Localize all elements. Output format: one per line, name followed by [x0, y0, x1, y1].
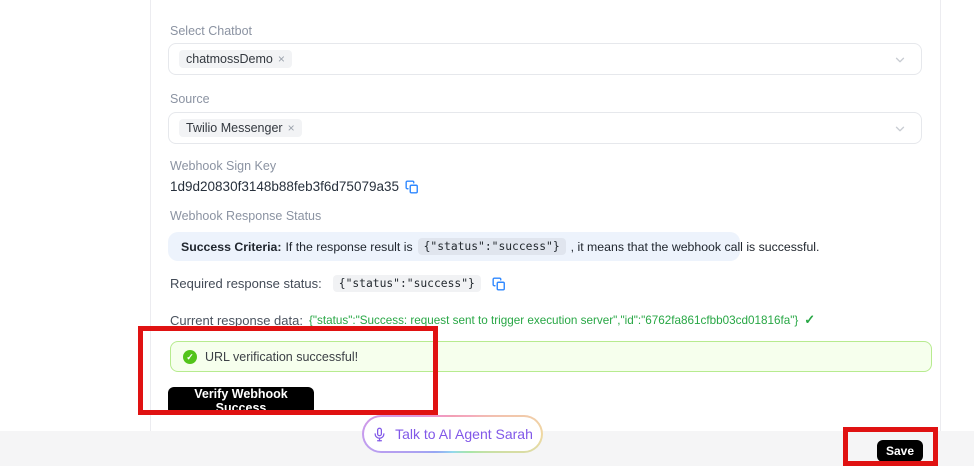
success-criteria-note: Success Criteria: If the response result…: [168, 232, 740, 261]
chatbot-label: Select Chatbot: [170, 24, 252, 38]
required-status-label: Required response status:: [170, 276, 322, 291]
source-select[interactable]: Twilio Messenger ×: [168, 112, 922, 144]
chevron-down-icon: [893, 122, 907, 136]
sign-key-label: Webhook Sign Key: [170, 159, 276, 173]
webhook-settings-page: Select Chatbot chatmossDemo × Source Twi…: [0, 0, 974, 466]
source-tag: Twilio Messenger ×: [179, 119, 302, 137]
sign-key-value: 1d9d20830f3148b88feb3f6d75079a35: [170, 179, 399, 194]
current-response-value: {"status":"Success: request sent to trig…: [309, 314, 798, 327]
source-tag-label: Twilio Messenger: [186, 121, 283, 135]
success-check-icon: ✓: [804, 312, 815, 328]
success-criteria-post: , it means that the webhook call is succ…: [571, 240, 820, 254]
chatbot-select[interactable]: chatmossDemo ×: [168, 43, 922, 75]
check-circle-icon: ✓: [183, 350, 197, 364]
current-response-row: Current response data: {"status":"Succes…: [170, 312, 815, 328]
required-status-code: {"status":"success"}: [333, 275, 481, 292]
source-label: Source: [170, 92, 210, 106]
talk-to-agent-label: Talk to AI Agent Sarah: [395, 426, 533, 442]
response-status-label: Webhook Response Status: [170, 209, 321, 223]
chatbot-tag: chatmossDemo ×: [179, 50, 292, 68]
url-verification-alert: ✓ URL verification successful!: [170, 341, 932, 372]
required-status-row: Required response status: {"status":"suc…: [170, 275, 506, 292]
chatbot-tag-remove-icon[interactable]: ×: [278, 52, 285, 66]
save-button[interactable]: Save: [877, 440, 923, 462]
verify-webhook-button[interactable]: Verify Webhook Success: [168, 387, 314, 415]
source-tag-remove-icon[interactable]: ×: [288, 121, 295, 135]
success-criteria-pre: If the response result is: [285, 240, 412, 254]
chevron-down-icon: [893, 53, 907, 67]
sign-key-row: 1d9d20830f3148b88feb3f6d75079a35: [170, 179, 419, 194]
microphone-icon: [372, 427, 387, 442]
chatbot-tag-label: chatmossDemo: [186, 52, 273, 66]
alert-text: URL verification successful!: [205, 350, 358, 364]
success-criteria-code: {"status":"success"}: [418, 238, 566, 255]
copy-icon[interactable]: [492, 277, 506, 291]
current-response-label: Current response data:: [170, 313, 303, 328]
success-criteria-title: Success Criteria:: [181, 240, 281, 254]
talk-to-agent-button[interactable]: Talk to AI Agent Sarah: [362, 415, 543, 453]
copy-icon[interactable]: [405, 180, 419, 194]
